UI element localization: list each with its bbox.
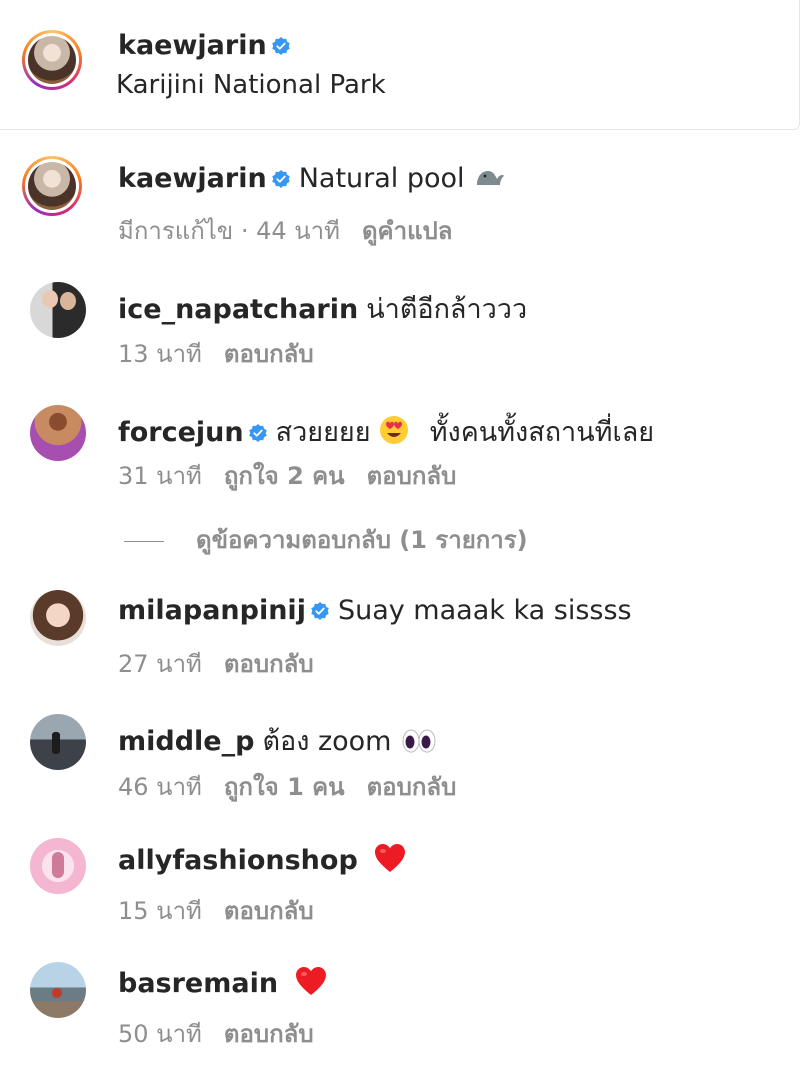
verified-icon: [271, 169, 291, 189]
comment-username[interactable]: milapanpinij: [118, 595, 306, 626]
author-username[interactable]: kaewjarin: [118, 30, 267, 61]
avatar[interactable]: [30, 714, 86, 770]
comment-time: 46 นาที: [118, 773, 202, 801]
view-replies-label: ดูข้อความตอบกลับ (1 รายการ): [196, 526, 528, 554]
avatar[interactable]: [30, 838, 86, 894]
likes-count[interactable]: ถูกใจ 2 คน: [224, 462, 345, 490]
comment-time: 31 นาที: [118, 462, 202, 490]
avatar[interactable]: [30, 282, 86, 338]
avatar[interactable]: [30, 962, 86, 1018]
verified-icon: [271, 36, 291, 56]
comment-username[interactable]: basremain: [118, 968, 278, 999]
reply-button[interactable]: ตอบกลับ: [224, 340, 314, 368]
post-location[interactable]: Karijini National Park: [116, 70, 386, 100]
red-heart-icon: [295, 966, 327, 996]
comment-time: มีการแก้ไข · 44 นาที: [118, 217, 340, 245]
comment-text: Suay maaak ka sissss: [337, 595, 632, 626]
comment-time: 27 นาที: [118, 650, 202, 678]
comment-text-continued: ทั้งคนทั้งสถานที่เลย: [429, 417, 655, 448]
verified-icon: [310, 601, 330, 621]
reply-button[interactable]: ตอบกลับ: [367, 773, 457, 801]
comment-username[interactable]: forcejun: [118, 417, 244, 448]
heart-eyes-emoji-icon: [380, 416, 409, 444]
comment-username[interactable]: middle_p: [118, 726, 254, 757]
comment-time: 15 นาที: [118, 897, 202, 925]
comment-text: Natural pool: [298, 163, 465, 194]
likes-count[interactable]: ถูกใจ 1 คน: [224, 773, 345, 801]
view-replies-button[interactable]: ดูข้อความตอบกลับ (1 รายการ): [124, 520, 528, 559]
divider: [124, 540, 164, 542]
avatar[interactable]: [30, 590, 86, 646]
translate-button[interactable]: ดูคำแปล: [362, 217, 453, 245]
reply-button[interactable]: ตอบกลับ: [224, 1020, 314, 1048]
reply-button[interactable]: ตอบกลับ: [367, 462, 457, 490]
eyes-icon: [402, 729, 436, 753]
comment-text: ต้อง zoom: [262, 726, 392, 757]
reply-button[interactable]: ตอบกลับ: [224, 897, 314, 925]
comment-username[interactable]: kaewjarin: [118, 163, 267, 194]
seal-icon: [477, 171, 505, 185]
comment-time: 13 นาที: [118, 340, 202, 368]
comment-text: น่าตีอีกล้าววว: [366, 294, 528, 325]
comment-text: สวยยยย: [275, 417, 371, 448]
comment-time: 50 นาที: [118, 1020, 202, 1048]
avatar[interactable]: [22, 156, 82, 216]
red-heart-icon: [374, 843, 406, 873]
post-header: kaewjarin Karijini National Park: [0, 0, 800, 130]
reply-button[interactable]: ตอบกลับ: [224, 650, 314, 678]
comment-username[interactable]: allyfashionshop: [118, 845, 358, 876]
avatar[interactable]: [30, 405, 86, 461]
comment-username[interactable]: ice_napatcharin: [118, 294, 358, 325]
verified-icon: [248, 423, 268, 443]
author-avatar[interactable]: [22, 30, 82, 90]
